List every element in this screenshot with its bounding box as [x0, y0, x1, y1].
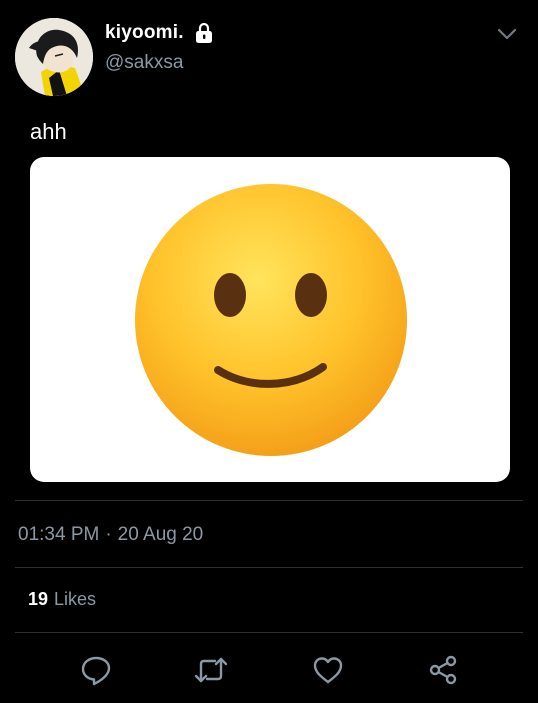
- author-handle[interactable]: @sakxsa: [105, 52, 183, 74]
- avatar-illustration: [15, 18, 93, 96]
- divider: [15, 632, 523, 633]
- author-name-row: kiyoomi.: [105, 22, 214, 44]
- avatar[interactable]: [15, 18, 93, 96]
- heart-icon: [313, 657, 343, 684]
- tweet-date: 20 Aug 20: [117, 524, 204, 545]
- likes-stat[interactable]: 19 Likes: [28, 589, 96, 610]
- tweet-time: 01:34 PM: [18, 524, 100, 545]
- retweet-button[interactable]: [193, 652, 229, 688]
- tweet-text: ahh: [30, 119, 67, 144]
- display-name[interactable]: kiyoomi.: [105, 22, 184, 44]
- like-button[interactable]: [310, 652, 346, 688]
- likes-label: Likes: [54, 589, 97, 609]
- tweet-media[interactable]: [30, 157, 510, 482]
- reply-button[interactable]: [78, 652, 114, 688]
- timestamp-separator: ·: [105, 524, 112, 545]
- share-icon: [429, 655, 457, 685]
- tweet-timestamp: 01:34 PM · 20 Aug 20: [18, 524, 203, 546]
- retweet-icon: [194, 657, 228, 683]
- share-button[interactable]: [425, 652, 461, 688]
- slightly-smiling-face-emoji: [135, 184, 407, 456]
- divider: [15, 567, 523, 568]
- divider: [15, 500, 523, 501]
- lock-icon: [195, 22, 212, 43]
- chevron-down-icon[interactable]: [496, 26, 518, 42]
- likes-count: 19: [28, 589, 49, 609]
- tweet-detail: kiyoomi. @sakxsa ahh 01:34 PM · 20 Aug 2…: [0, 0, 538, 703]
- reply-icon: [81, 656, 111, 686]
